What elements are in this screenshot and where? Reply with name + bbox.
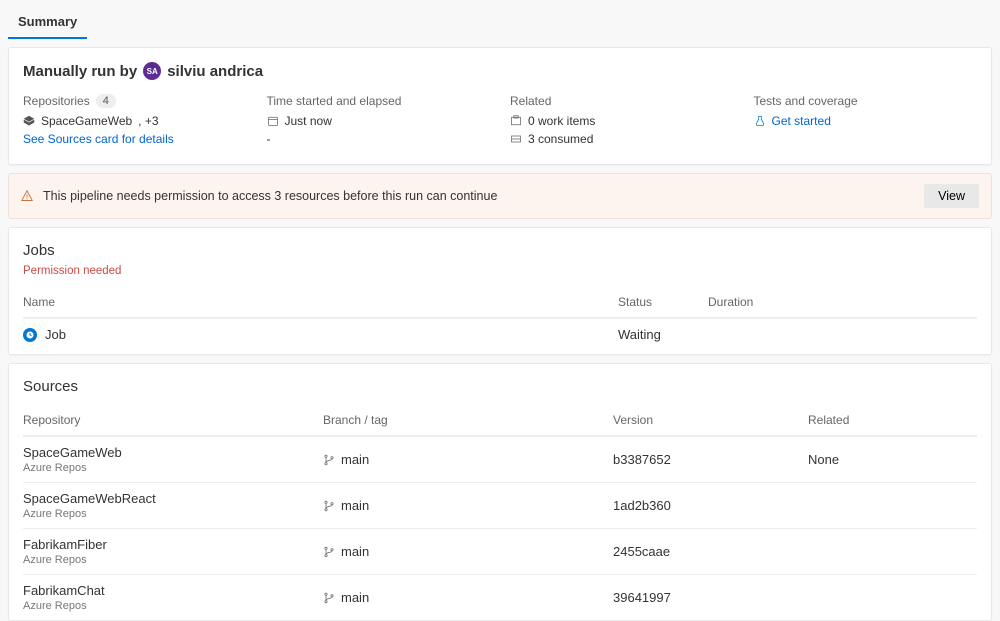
calendar-icon bbox=[267, 115, 279, 127]
avatar: SA bbox=[143, 62, 161, 80]
source-repo: FabrikamChat bbox=[23, 583, 323, 598]
run-prefix: Manually run by bbox=[23, 63, 137, 80]
tests-column: Tests and coverage Get started bbox=[754, 94, 978, 150]
permission-text: This pipeline needs permission to access… bbox=[43, 189, 924, 203]
warning-icon bbox=[21, 190, 33, 202]
sources-col-branch: Branch / tag bbox=[323, 413, 613, 427]
branch-icon bbox=[323, 500, 335, 512]
consumed-icon bbox=[510, 133, 522, 145]
source-repo: SpaceGameWeb bbox=[23, 445, 323, 460]
job-name: Job bbox=[45, 327, 66, 342]
sources-col-version: Version bbox=[613, 413, 808, 427]
sources-card: Sources Repository Branch / tag Version … bbox=[8, 363, 992, 621]
consumed: 3 consumed bbox=[528, 132, 593, 146]
source-branch: main bbox=[341, 498, 369, 513]
repositories-count-badge: 4 bbox=[96, 94, 116, 108]
sources-col-repo: Repository bbox=[23, 413, 323, 427]
repositories-label: Repositories bbox=[23, 94, 90, 108]
jobs-card: Jobs Permission needed Name Status Durat… bbox=[8, 227, 992, 355]
flask-icon bbox=[754, 115, 766, 127]
source-version: 2455caae bbox=[613, 544, 808, 559]
repo-icon bbox=[23, 115, 35, 127]
branch-icon bbox=[323, 592, 335, 604]
source-provider: Azure Repos bbox=[23, 508, 323, 520]
time-label: Time started and elapsed bbox=[267, 94, 491, 108]
jobs-col-duration: Duration bbox=[708, 295, 977, 309]
clock-icon bbox=[23, 328, 37, 342]
run-summary-card: Manually run by SA silviu andrica Reposi… bbox=[8, 47, 992, 165]
jobs-warning: Permission needed bbox=[23, 265, 977, 277]
source-row[interactable]: SpaceGameWebReact Azure Repos main 1ad2b360 bbox=[23, 482, 977, 528]
sources-title: Sources bbox=[23, 378, 977, 395]
run-user: silviu andrica bbox=[167, 63, 263, 80]
run-header: Manually run by SA silviu andrica bbox=[23, 62, 977, 80]
related-label: Related bbox=[510, 94, 734, 108]
source-branch: main bbox=[341, 544, 369, 559]
permission-banner: This pipeline needs permission to access… bbox=[8, 173, 992, 219]
job-status: Waiting bbox=[618, 327, 708, 342]
source-provider: Azure Repos bbox=[23, 554, 323, 566]
source-branch: main bbox=[341, 590, 369, 605]
time-elapsed: - bbox=[267, 132, 491, 146]
sources-col-related: Related bbox=[808, 413, 977, 427]
source-version: b3387652 bbox=[613, 452, 808, 467]
time-column: Time started and elapsed Just now - bbox=[267, 94, 491, 150]
more-repos: , +3 bbox=[138, 114, 158, 128]
get-started-link[interactable]: Get started bbox=[772, 114, 831, 128]
tab-bar: Summary bbox=[0, 0, 1000, 39]
related-column: Related 0 work items 3 consumed bbox=[510, 94, 734, 150]
source-version: 39641997 bbox=[613, 590, 808, 605]
source-version: 1ad2b360 bbox=[613, 498, 808, 513]
source-repo: SpaceGameWebReact bbox=[23, 491, 323, 506]
source-row[interactable]: SpaceGameWeb Azure Repos main b3387652None bbox=[23, 436, 977, 482]
jobs-col-status: Status bbox=[618, 295, 708, 309]
source-provider: Azure Repos bbox=[23, 462, 323, 474]
branch-icon bbox=[323, 546, 335, 558]
jobs-col-name: Name bbox=[23, 295, 618, 309]
view-button[interactable]: View bbox=[924, 184, 979, 208]
source-repo: FabrikamFiber bbox=[23, 537, 323, 552]
repositories-column: Repositories 4 SpaceGameWeb , +3 See Sou… bbox=[23, 94, 247, 150]
source-row[interactable]: FabrikamFiber Azure Repos main 2455caae bbox=[23, 528, 977, 574]
see-sources-link[interactable]: See Sources card for details bbox=[23, 132, 247, 146]
tab-summary[interactable]: Summary bbox=[8, 8, 87, 39]
jobs-title: Jobs bbox=[23, 242, 977, 259]
time-started: Just now bbox=[285, 114, 332, 128]
source-related: None bbox=[808, 452, 977, 467]
primary-repo: SpaceGameWeb bbox=[41, 114, 132, 128]
branch-icon bbox=[323, 454, 335, 466]
source-branch: main bbox=[341, 452, 369, 467]
work-items: 0 work items bbox=[528, 114, 595, 128]
tests-label: Tests and coverage bbox=[754, 94, 978, 108]
source-row[interactable]: FabrikamChat Azure Repos main 39641997 bbox=[23, 574, 977, 620]
job-row[interactable]: Job Waiting bbox=[23, 318, 977, 350]
source-provider: Azure Repos bbox=[23, 600, 323, 612]
workitem-icon bbox=[510, 115, 522, 127]
